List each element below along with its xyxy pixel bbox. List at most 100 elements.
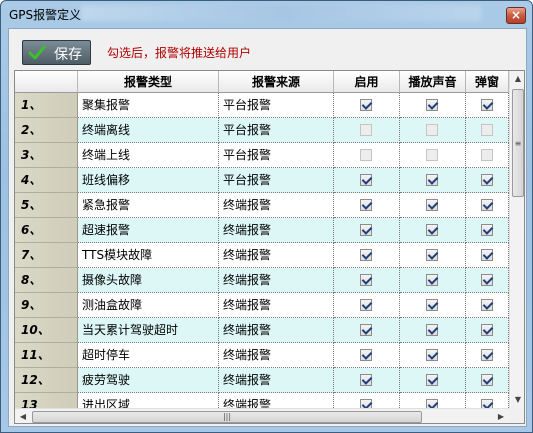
popup-checkbox[interactable] (481, 299, 493, 311)
sound-checkbox[interactable] (426, 124, 438, 136)
enabled-checkbox[interactable] (360, 224, 372, 236)
close-button[interactable]: × (506, 7, 526, 24)
popup-checkbox[interactable] (481, 374, 493, 386)
sound-checkbox[interactable] (426, 349, 438, 361)
alarm-source-cell[interactable]: 平台报警 (219, 118, 334, 143)
table-row[interactable]: 12、 疲劳驾驶 终端报警 (15, 368, 509, 393)
scroll-right-arrow-icon[interactable]: ▶ (493, 409, 509, 423)
alarm-source-cell[interactable]: 终端报警 (219, 343, 334, 368)
alarm-type-cell[interactable]: 班线偏移 (78, 168, 219, 193)
sound-checkbox[interactable] (426, 224, 438, 236)
sound-cell (400, 143, 466, 168)
alarm-source-cell[interactable]: 终端报警 (219, 268, 334, 293)
table-row[interactable]: 8、 摄像头故障 终端报警 (15, 268, 509, 293)
alarm-type-cell[interactable]: 聚集报警 (78, 93, 219, 118)
enabled-checkbox[interactable] (360, 349, 372, 361)
table-row[interactable]: 6、 超速报警 终端报警 (15, 218, 509, 243)
header-alarm-type[interactable]: 报警类型 (78, 71, 219, 93)
popup-checkbox[interactable] (481, 224, 493, 236)
popup-checkbox[interactable] (481, 99, 493, 111)
save-button[interactable]: 保存 (22, 40, 91, 65)
alarm-type-cell[interactable]: 测油盒故障 (78, 293, 219, 318)
popup-checkbox[interactable] (481, 324, 493, 336)
sound-checkbox[interactable] (426, 374, 438, 386)
header-play-sound[interactable]: 播放声音 (400, 71, 466, 93)
title-bar[interactable]: GPS报警定义 × (1, 1, 532, 27)
vertical-scroll-thumb[interactable]: ≡ (512, 89, 524, 197)
alarm-type-cell[interactable]: 摄像头故障 (78, 268, 219, 293)
header-enabled[interactable]: 启用 (334, 71, 400, 93)
popup-checkbox[interactable] (481, 124, 493, 136)
alarm-source-cell[interactable]: 平台报警 (219, 168, 334, 193)
alarm-type-cell[interactable]: 超速报警 (78, 218, 219, 243)
enabled-checkbox[interactable] (360, 249, 372, 261)
alarm-source-cell[interactable]: 终端报警 (219, 318, 334, 343)
enabled-checkbox[interactable] (360, 299, 372, 311)
alarm-type-cell[interactable]: 疲劳驾驶 (78, 368, 219, 393)
popup-checkbox[interactable] (481, 174, 493, 186)
enabled-cell (334, 243, 400, 268)
popup-checkbox[interactable] (481, 149, 493, 161)
alarm-source-cell[interactable]: 平台报警 (219, 143, 334, 168)
alarm-source-cell[interactable]: 终端报警 (219, 368, 334, 393)
header-popup[interactable]: 弹窗 (466, 71, 509, 93)
table-row[interactable]: 2、 终端离线 平台报警 (15, 118, 509, 143)
scroll-down-arrow-icon[interactable]: ▼ (510, 392, 524, 408)
header-alarm-source[interactable]: 报警来源 (219, 71, 334, 93)
table-row[interactable]: 7、 TTS模块故障 终端报警 (15, 243, 509, 268)
sound-checkbox[interactable] (426, 174, 438, 186)
window-title: GPS报警定义 (9, 8, 82, 22)
table-row[interactable]: 1、 聚集报警 平台报警 (15, 93, 509, 118)
alarm-source-cell[interactable]: 终端报警 (219, 243, 334, 268)
sound-checkbox[interactable] (426, 274, 438, 286)
enabled-checkbox[interactable] (360, 99, 372, 111)
table-row[interactable]: 4、 班线偏移 平台报警 (15, 168, 509, 193)
popup-checkbox[interactable] (481, 199, 493, 211)
enabled-checkbox[interactable] (360, 374, 372, 386)
popup-cell (466, 143, 509, 168)
alarm-source-cell[interactable]: 终端报警 (219, 218, 334, 243)
alarm-source-cell[interactable]: 终端报警 (219, 193, 334, 218)
table-row[interactable]: 3、 终端上线 平台报警 (15, 143, 509, 168)
sound-checkbox[interactable] (426, 199, 438, 211)
alarm-type-cell[interactable]: 紧急报警 (78, 193, 219, 218)
popup-checkbox[interactable] (481, 249, 493, 261)
sound-checkbox[interactable] (426, 149, 438, 161)
table-row[interactable]: 11、 超时停车 终端报警 (15, 343, 509, 368)
alarm-type-cell[interactable]: 超时停车 (78, 343, 219, 368)
enabled-checkbox[interactable] (360, 274, 372, 286)
alarm-type-cell[interactable]: 终端上线 (78, 143, 219, 168)
row-number: 10、 (15, 318, 78, 343)
enabled-checkbox[interactable] (360, 124, 372, 136)
enabled-checkbox[interactable] (360, 324, 372, 336)
table-row[interactable]: 9、 测油盒故障 终端报警 (15, 293, 509, 318)
popup-cell (466, 268, 509, 293)
alarm-type-cell[interactable]: 终端离线 (78, 118, 219, 143)
scroll-left-arrow-icon[interactable]: ◀ (15, 409, 31, 423)
vertical-scrollbar[interactable]: ▲ ≡ ▼ (509, 71, 524, 408)
sound-checkbox[interactable] (426, 99, 438, 111)
enabled-checkbox[interactable] (360, 149, 372, 161)
popup-cell (466, 343, 509, 368)
alarm-source-cell[interactable]: 平台报警 (219, 93, 334, 118)
popup-checkbox[interactable] (481, 274, 493, 286)
table-row[interactable]: 10、 当天累计驾驶超时 终端报警 (15, 318, 509, 343)
sound-checkbox[interactable] (426, 249, 438, 261)
row-number: 12、 (15, 368, 78, 393)
row-number: 3、 (15, 143, 78, 168)
enabled-cell (334, 168, 400, 193)
alarm-type-cell[interactable]: 当天累计驾驶超时 (78, 318, 219, 343)
alarm-type-cell[interactable]: TTS模块故障 (78, 243, 219, 268)
enabled-checkbox[interactable] (360, 199, 372, 211)
sound-checkbox[interactable] (426, 324, 438, 336)
title-bar-blurred-area (81, 5, 481, 21)
hint-text: 勾选后，报警将推送给用户 (107, 46, 252, 60)
sound-checkbox[interactable] (426, 299, 438, 311)
enabled-checkbox[interactable] (360, 174, 372, 186)
scroll-up-arrow-icon[interactable]: ▲ (510, 71, 524, 87)
horizontal-scrollbar[interactable]: ◀ ||| ▶ (15, 408, 509, 423)
popup-checkbox[interactable] (481, 349, 493, 361)
alarm-source-cell[interactable]: 终端报警 (219, 293, 334, 318)
table-row[interactable]: 5、 紧急报警 终端报警 (15, 193, 509, 218)
horizontal-scroll-thumb[interactable]: ||| (32, 411, 422, 423)
